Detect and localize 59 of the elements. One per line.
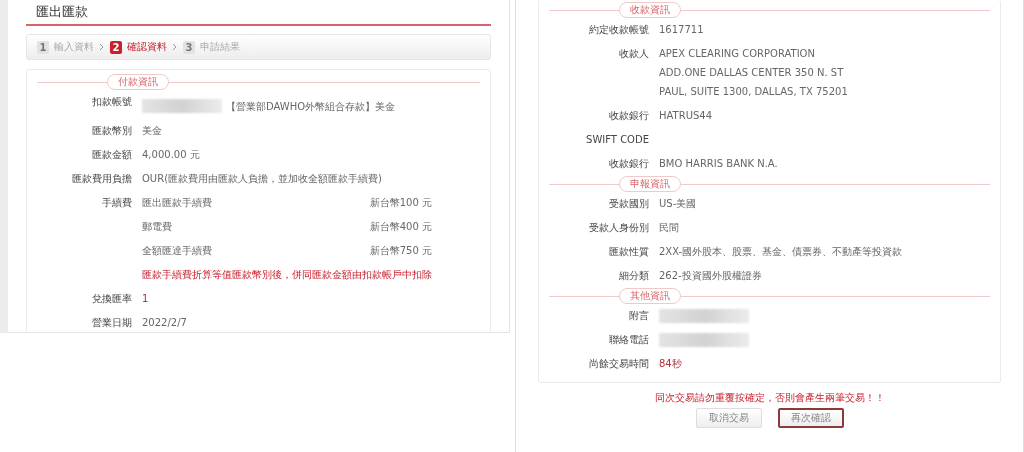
fee-name: 匯出匯款手續費 bbox=[142, 196, 212, 210]
page-title: 匯出匯款 bbox=[26, 0, 491, 26]
chevron-icon bbox=[99, 43, 105, 51]
field-label: 手續費 bbox=[101, 196, 132, 210]
field-label: 細分類 bbox=[618, 269, 649, 283]
step-label: 確認資料 bbox=[127, 40, 167, 54]
field-label: 收款銀行 bbox=[608, 157, 649, 171]
fee-name: 郵電費 bbox=[142, 220, 172, 234]
field-label: 扣款帳號 bbox=[91, 95, 132, 109]
action-button[interactable]: 再次確認 bbox=[777, 408, 844, 428]
field-value: 【營業部DAWHO外幣組合存款】美金 bbox=[226, 101, 396, 112]
field-value: 民間 bbox=[659, 221, 680, 235]
field-value: OUR(匯款費用由匯款人負擔，並加收全額匯款手續費) bbox=[142, 172, 383, 186]
field-value: 84秒 bbox=[659, 357, 683, 371]
field-value: BMO HARRIS BANK N.A. bbox=[659, 157, 779, 171]
fee-name: 全額匯達手續費 bbox=[142, 244, 212, 258]
field-label: 匯款金額 bbox=[91, 148, 132, 162]
field-label: 尚餘交易時間 bbox=[588, 357, 649, 371]
field-value: 262-投資國外股權證券 bbox=[659, 269, 763, 283]
section-title: 付款資訊 bbox=[107, 74, 169, 90]
fee-amount: 新台幣100 元 bbox=[369, 196, 432, 210]
field-value: 美金 bbox=[142, 124, 163, 138]
field-value: 1617711 bbox=[659, 23, 705, 37]
fee-amount: 新台幣750 元 bbox=[369, 244, 432, 258]
field-value: PAUL, SUITE 1300, DALLAS, TX 75201 bbox=[659, 85, 849, 99]
step-number: 1 bbox=[37, 40, 49, 54]
field-value: 1 bbox=[142, 292, 150, 306]
step-label: 輸入資料 bbox=[54, 40, 94, 54]
field-label: SWIFT CODE bbox=[585, 133, 649, 147]
field-label: 兌換匯率 bbox=[91, 292, 132, 306]
field-label: 匯款性質 bbox=[608, 245, 649, 259]
field-value: 4,000.00 元 bbox=[142, 148, 201, 162]
step-number: 2 bbox=[110, 40, 122, 54]
step-label: 申請結果 bbox=[200, 40, 240, 54]
section-title: 其他資訊 bbox=[619, 288, 681, 304]
field-value: ADD.ONE DALLAS CENTER 350 N. ST bbox=[659, 66, 845, 80]
field-label: 受款國別 bbox=[608, 197, 649, 211]
step-number: 3 bbox=[183, 40, 195, 54]
field-label: 收款人 bbox=[618, 47, 649, 61]
field-label: 受款人身份別 bbox=[588, 221, 649, 235]
chevron-icon bbox=[172, 43, 178, 51]
field-value: US-美國 bbox=[659, 197, 698, 211]
warning-text: 同次交易請勿重覆按確定，否則會產生兩筆交易！！ bbox=[653, 391, 886, 405]
field-label: 匯款幣別 bbox=[91, 124, 132, 138]
field-value: HATRUS44 bbox=[659, 109, 714, 123]
fee-amount: 新台幣400 元 bbox=[369, 220, 432, 234]
field-value: 2022/2/7 bbox=[142, 316, 188, 330]
field-label: 約定收款帳號 bbox=[588, 23, 649, 37]
section-title: 申報資訊 bbox=[619, 176, 681, 192]
field-value: APEX CLEARING CORPORATION bbox=[659, 47, 816, 61]
field-label: 附言 bbox=[628, 309, 649, 323]
field-label: 聯絡電話 bbox=[608, 333, 649, 347]
fee-note: 匯款手續費折算等值匯款幣別後，併同匯款金額由扣款帳戶中扣除 bbox=[142, 268, 432, 282]
action-button[interactable]: 取消交易 bbox=[695, 408, 762, 428]
field-label: 營業日期 bbox=[91, 316, 132, 330]
field-label: 收款銀行 bbox=[608, 109, 649, 123]
section-title: 收款資訊 bbox=[619, 2, 681, 18]
field-value: 2XX-國外股本、股票、基金、債票券、不動產等投資款 bbox=[659, 245, 904, 259]
field-label: 匯款費用負擔 bbox=[71, 172, 132, 186]
